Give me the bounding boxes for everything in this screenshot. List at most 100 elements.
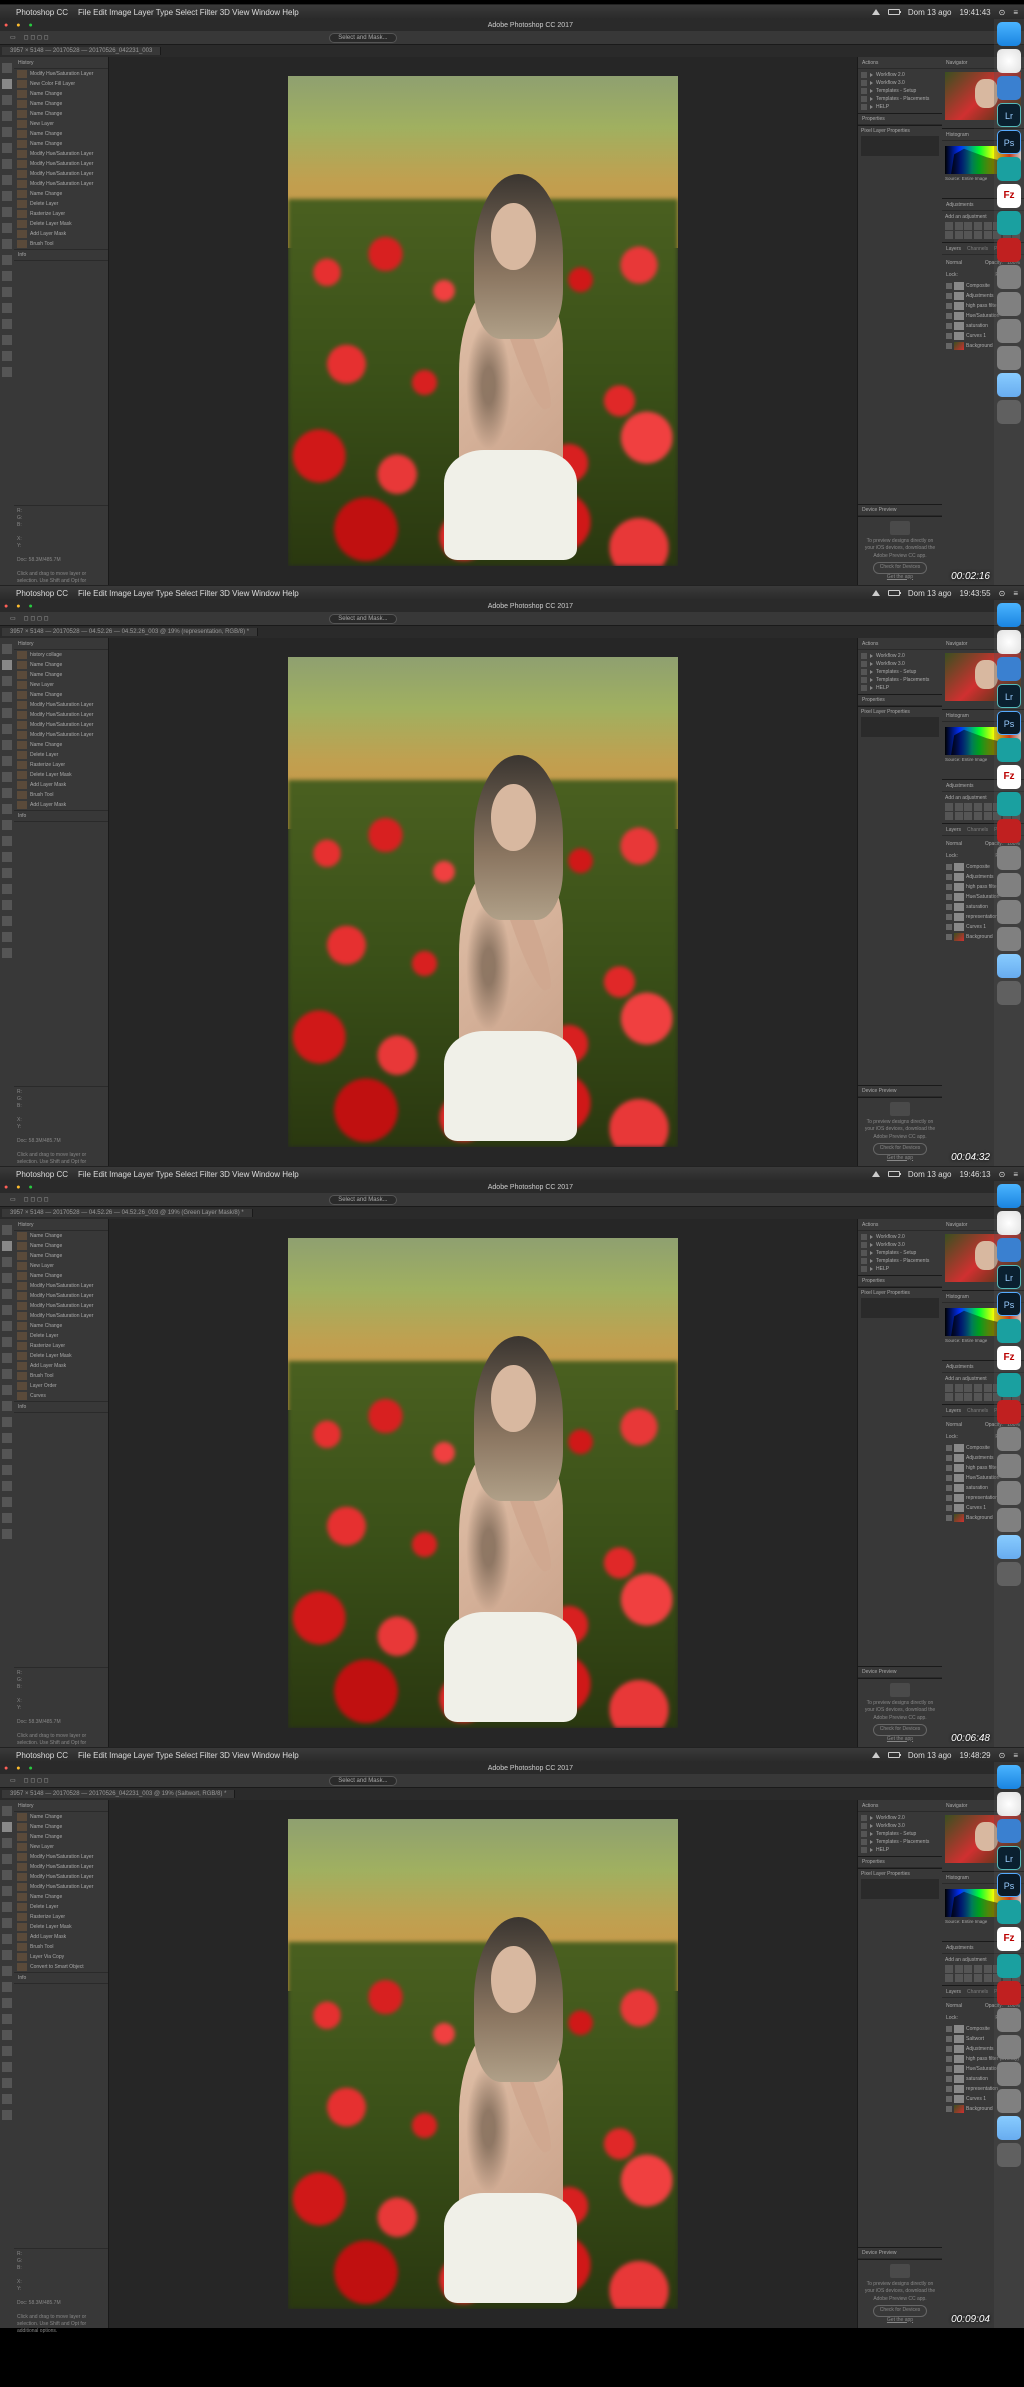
properties-header[interactable]: Properties	[862, 697, 885, 703]
visibility-icon[interactable]	[946, 1475, 952, 1481]
history-item[interactable]: New Layer	[14, 119, 108, 129]
info-header[interactable]: Info	[18, 1404, 26, 1410]
history-item[interactable]: Modify Hue/Saturation Layer	[14, 710, 108, 720]
visibility-icon[interactable]	[946, 2066, 952, 2072]
adj-brightness-icon[interactable]	[945, 803, 953, 811]
visibility-icon[interactable]	[946, 2086, 952, 2092]
get-app-link[interactable]: Get the app	[862, 2317, 938, 2325]
hand-tool-icon[interactable]	[2, 351, 12, 361]
lightroom-icon[interactable]: Lr	[997, 1265, 1021, 1289]
visibility-icon[interactable]	[946, 343, 952, 349]
history-item[interactable]: Name Change	[14, 660, 108, 670]
action-item[interactable]: Templates - Setup	[861, 668, 939, 676]
gray3-app-icon[interactable]	[997, 319, 1021, 343]
history-item[interactable]: Name Change	[14, 189, 108, 199]
adj-invert-icon[interactable]	[974, 812, 982, 820]
crop-tool-icon[interactable]	[2, 127, 12, 137]
close-icon[interactable]: ●	[4, 603, 8, 610]
trash-icon[interactable]	[997, 981, 1021, 1005]
adj-levels-icon[interactable]	[955, 1965, 963, 1973]
visibility-icon[interactable]	[946, 884, 952, 890]
get-app-link[interactable]: Get the app	[862, 1736, 938, 1744]
notifications-icon[interactable]: ≡	[1013, 589, 1018, 598]
adj-curves-icon[interactable]	[964, 803, 972, 811]
finder-icon[interactable]	[997, 603, 1021, 627]
filezilla-icon[interactable]: Fz	[997, 765, 1021, 789]
wifi-icon[interactable]	[872, 9, 880, 15]
canvas-area[interactable]	[109, 1800, 857, 2328]
history-item[interactable]: Rasterize Layer	[14, 1912, 108, 1922]
minimize-icon[interactable]: ●	[16, 603, 20, 610]
history-brush-tool-icon[interactable]	[2, 788, 12, 798]
app-name[interactable]: Photoshop CC	[16, 1751, 68, 1760]
device-preview-header[interactable]: Device Preview	[862, 1088, 896, 1094]
action-item[interactable]: Workflow 3.0	[861, 1241, 939, 1249]
shape-tool-icon[interactable]	[2, 1497, 12, 1507]
lasso-tool-icon[interactable]	[2, 95, 12, 105]
dodge-tool-icon[interactable]	[2, 1433, 12, 1443]
adj-poster-icon[interactable]	[984, 1393, 992, 1401]
trash-icon[interactable]	[997, 1562, 1021, 1586]
notifications-icon[interactable]: ≡	[1013, 1751, 1018, 1760]
properties-header[interactable]: Properties	[862, 116, 885, 122]
history-item[interactable]: Modify Hue/Saturation Layer	[14, 159, 108, 169]
action-item[interactable]: HELP	[861, 1846, 939, 1854]
battery-icon[interactable]	[888, 9, 900, 15]
crop-tool-icon[interactable]	[2, 1870, 12, 1880]
app-icon[interactable]	[997, 1238, 1021, 1262]
adj-vibrance-icon[interactable]	[984, 1965, 992, 1973]
adj-brightness-icon[interactable]	[945, 1965, 953, 1973]
photoshop-icon[interactable]: Ps	[997, 1873, 1021, 1897]
wifi-icon[interactable]	[872, 590, 880, 596]
photoshop-icon[interactable]: Ps	[997, 711, 1021, 735]
visibility-icon[interactable]	[946, 293, 952, 299]
info-header[interactable]: Info	[18, 252, 26, 258]
history-item[interactable]: Modify Hue/Saturation Layer	[14, 1862, 108, 1872]
navigator-header[interactable]: Navigator	[946, 641, 967, 647]
teal2-app-icon[interactable]	[997, 1954, 1021, 1978]
brush-tool-icon[interactable]	[2, 175, 12, 185]
history-item[interactable]: Name Change	[14, 89, 108, 99]
channels-tab[interactable]: Channels	[967, 827, 988, 833]
history-item[interactable]: Modify Hue/Saturation Layer	[14, 1852, 108, 1862]
adj-levels-icon[interactable]	[955, 1384, 963, 1392]
marquee-tool-icon[interactable]	[2, 1241, 12, 1251]
teal-app-icon[interactable]	[997, 738, 1021, 762]
battery-icon[interactable]	[888, 1752, 900, 1758]
adj-exposure-icon[interactable]	[974, 1965, 982, 1973]
history-item[interactable]: Rasterize Layer	[14, 760, 108, 770]
navigator-header[interactable]: Navigator	[946, 1803, 967, 1809]
move-tool-icon[interactable]	[2, 63, 12, 73]
adj-vibrance-icon[interactable]	[984, 1384, 992, 1392]
tool-preset-icon[interactable]: ▭	[10, 1777, 16, 1784]
layers-tab[interactable]: Layers	[946, 246, 961, 252]
gradient-tool-icon[interactable]	[2, 1401, 12, 1411]
shape-tool-icon[interactable]	[2, 916, 12, 926]
adj-mixer-icon[interactable]	[955, 1393, 963, 1401]
photoshop-icon[interactable]: Ps	[997, 130, 1021, 154]
minimize-icon[interactable]: ●	[16, 1184, 20, 1191]
eraser-tool-icon[interactable]	[2, 804, 12, 814]
device-preview-header[interactable]: Device Preview	[862, 2250, 896, 2256]
type-tool-icon[interactable]	[2, 1465, 12, 1475]
blur-tool-icon[interactable]	[2, 1417, 12, 1427]
app-icon[interactable]	[997, 657, 1021, 681]
eraser-tool-icon[interactable]	[2, 1385, 12, 1395]
history-item[interactable]: Name Change	[14, 740, 108, 750]
marquee-tool-icon[interactable]	[2, 660, 12, 670]
zoom-icon[interactable]: ●	[28, 1765, 32, 1772]
notifications-icon[interactable]: ≡	[1013, 1170, 1018, 1179]
history-item[interactable]: Add Layer Mask	[14, 780, 108, 790]
history-brush-tool-icon[interactable]	[2, 1950, 12, 1960]
adj-photo-filter-icon[interactable]	[945, 1393, 953, 1401]
device-preview-header[interactable]: Device Preview	[862, 1669, 896, 1675]
minimize-icon[interactable]: ●	[16, 22, 20, 29]
stamp-tool-icon[interactable]	[2, 191, 12, 201]
action-item[interactable]: Templates - Placements	[861, 1257, 939, 1265]
spotlight-icon[interactable]: ⊙	[999, 589, 1006, 598]
history-item[interactable]: New Color Fill Layer	[14, 79, 108, 89]
finder-icon[interactable]	[997, 1765, 1021, 1789]
spotlight-icon[interactable]: ⊙	[999, 1170, 1006, 1179]
lasso-tool-icon[interactable]	[2, 1838, 12, 1848]
visibility-icon[interactable]	[946, 924, 952, 930]
